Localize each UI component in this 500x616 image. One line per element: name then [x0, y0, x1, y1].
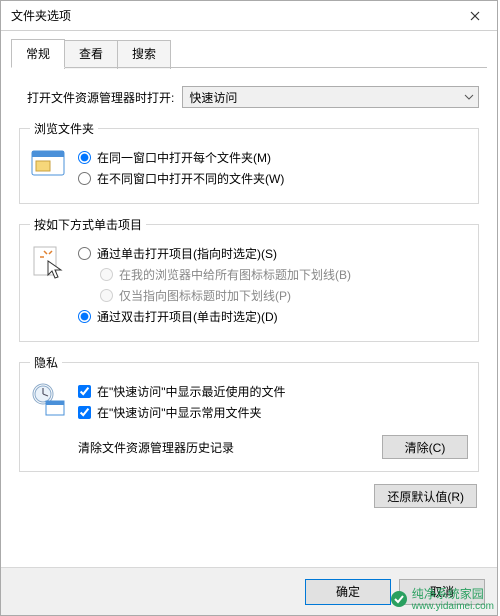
double-click-radio[interactable]	[78, 310, 91, 323]
single-click-radio[interactable]	[78, 247, 91, 260]
click-items-legend: 按如下方式单击项目	[30, 216, 146, 233]
browse-same-window-radio[interactable]	[78, 151, 91, 164]
browse-diff-window-radio[interactable]	[78, 172, 91, 185]
tab-strip: 常规 查看 搜索	[11, 39, 497, 68]
dialog-button-bar: 确定 取消	[1, 567, 497, 615]
clear-history-row: 清除文件资源管理器历史记录 清除(C)	[78, 435, 468, 459]
close-icon	[470, 11, 480, 21]
tab-view[interactable]: 查看	[64, 40, 118, 69]
underline-all-option: 在我的浏览器中给所有图标标题加下划线(B)	[100, 266, 468, 283]
double-click-option[interactable]: 通过双击打开项目(单击时选定)(D)	[78, 308, 468, 325]
close-button[interactable]	[452, 1, 497, 30]
show-recent-files-option[interactable]: 在"快速访问"中显示最近使用的文件	[78, 383, 468, 400]
browse-folders-legend: 浏览文件夹	[30, 120, 98, 137]
chevron-down-icon	[464, 90, 474, 104]
open-explorer-row: 打开文件资源管理器时打开: 快速访问	[27, 86, 479, 108]
single-click-option[interactable]: 通过单击打开项目(指向时选定)(S)	[78, 245, 468, 262]
tab-content: 打开文件资源管理器时打开: 快速访问 浏览文件夹	[1, 68, 497, 516]
folder-options-dialog: 文件夹选项 常规 查看 搜索 打开文件资源管理器时打开: 快速访问 浏览文件夹	[0, 0, 498, 616]
tab-general[interactable]: 常规	[11, 39, 65, 68]
restore-row: 还原默认值(R)	[19, 484, 477, 508]
titlebar: 文件夹选项	[1, 1, 497, 31]
clear-history-label: 清除文件资源管理器历史记录	[78, 439, 382, 456]
privacy-legend: 隐私	[30, 354, 62, 371]
show-frequent-folders-option[interactable]: 在"快速访问"中显示常用文件夹	[78, 404, 468, 421]
show-recent-files-checkbox[interactable]	[78, 385, 91, 398]
browse-folders-icon	[30, 147, 68, 181]
click-items-icon	[30, 243, 68, 283]
browse-folders-group: 浏览文件夹 在同一窗口中打开每个文件夹(M)	[19, 120, 479, 204]
click-items-group: 按如下方式单击项目 通过单击打开项目(指向时选定)(S)	[19, 216, 479, 342]
underline-hover-option: 仅当指向图标标题时加下划线(P)	[100, 287, 468, 304]
browse-same-window-option[interactable]: 在同一窗口中打开每个文件夹(M)	[78, 149, 468, 166]
privacy-group: 隐私 在"快速访问"中显示最近使用的文件	[19, 354, 479, 472]
underline-all-radio	[100, 268, 113, 281]
ok-button[interactable]: 确定	[305, 579, 391, 605]
show-frequent-folders-checkbox[interactable]	[78, 406, 91, 419]
privacy-icon	[30, 381, 68, 419]
cancel-button[interactable]: 取消	[399, 579, 485, 605]
open-explorer-combo[interactable]: 快速访问	[182, 86, 479, 108]
underline-hover-radio	[100, 289, 113, 302]
restore-defaults-button[interactable]: 还原默认值(R)	[374, 484, 477, 508]
clear-history-button[interactable]: 清除(C)	[382, 435, 468, 459]
window-title: 文件夹选项	[11, 7, 452, 24]
open-explorer-value: 快速访问	[189, 89, 237, 106]
browse-diff-window-option[interactable]: 在不同窗口中打开不同的文件夹(W)	[78, 170, 468, 187]
tab-search[interactable]: 搜索	[117, 40, 171, 69]
tab-divider	[11, 67, 487, 68]
open-explorer-label: 打开文件资源管理器时打开:	[27, 89, 174, 106]
